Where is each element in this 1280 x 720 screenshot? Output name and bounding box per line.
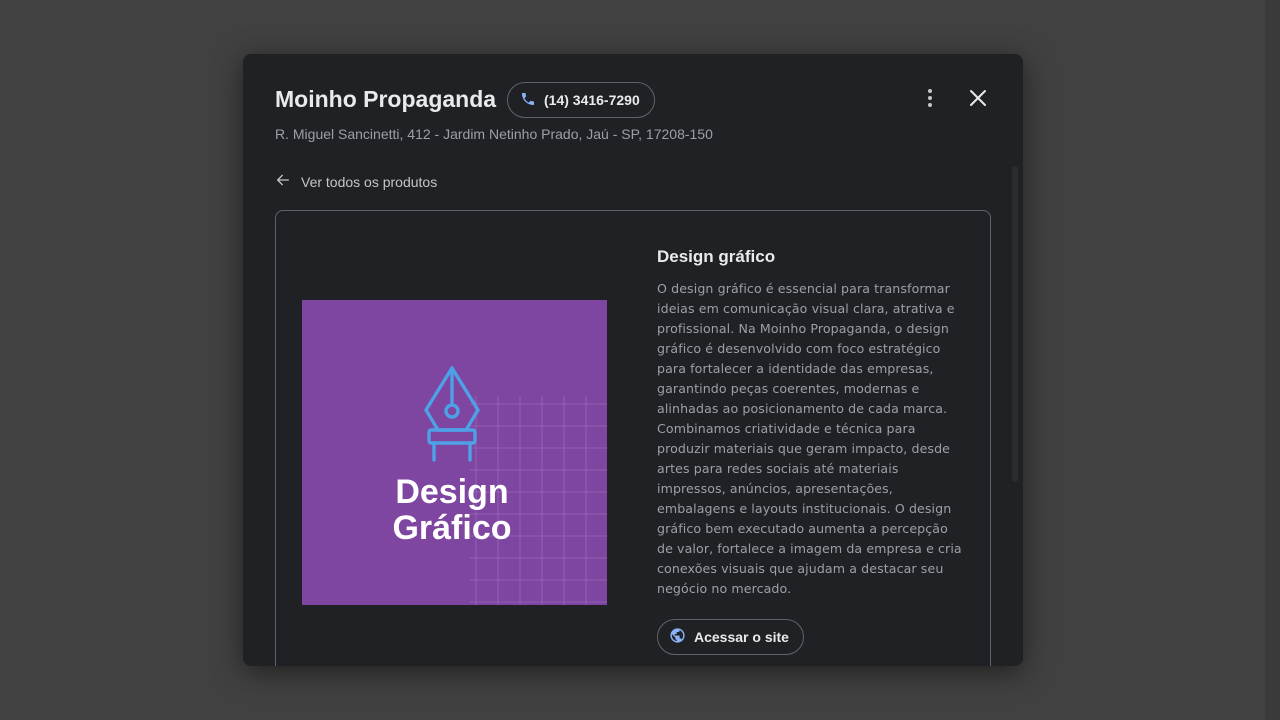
business-details-dialog: Moinho Propaganda (14) 3416-7290 R. Migu… bbox=[243, 54, 1023, 666]
close-button[interactable] bbox=[962, 84, 994, 116]
phone-icon bbox=[520, 91, 536, 110]
close-icon bbox=[966, 86, 990, 115]
call-phone-button[interactable]: (14) 3416-7290 bbox=[507, 82, 655, 118]
more-options-button[interactable] bbox=[914, 84, 946, 116]
business-address: R. Miguel Sancinetti, 412 - Jardim Netin… bbox=[275, 126, 713, 142]
product-description: O design gráfico é essencial para transf… bbox=[657, 281, 962, 596]
product-card: Design Gráfico Design gráfico O design g… bbox=[275, 210, 991, 666]
image-text-line1: Design bbox=[395, 473, 508, 511]
globe-icon bbox=[669, 627, 686, 647]
dialog-scrollbar[interactable] bbox=[1012, 166, 1018, 482]
back-link-label: Ver todos os produtos bbox=[301, 173, 438, 190]
more-vert-icon bbox=[918, 86, 942, 115]
business-name: Moinho Propaganda bbox=[275, 86, 497, 112]
product-title: Design gráfico bbox=[657, 247, 776, 266]
image-text-line2: Gráfico bbox=[392, 509, 511, 547]
phone-number: (14) 3416-7290 bbox=[544, 92, 640, 108]
back-to-products-link[interactable]: Ver todos os produtos bbox=[275, 172, 437, 191]
page-scrollbar-track bbox=[1265, 0, 1280, 720]
visit-website-button[interactable]: Acessar o site bbox=[657, 619, 804, 655]
arrow-back-icon bbox=[275, 172, 291, 191]
website-button-label: Acessar o site bbox=[694, 629, 789, 645]
product-image: Design Gráfico bbox=[302, 300, 607, 605]
